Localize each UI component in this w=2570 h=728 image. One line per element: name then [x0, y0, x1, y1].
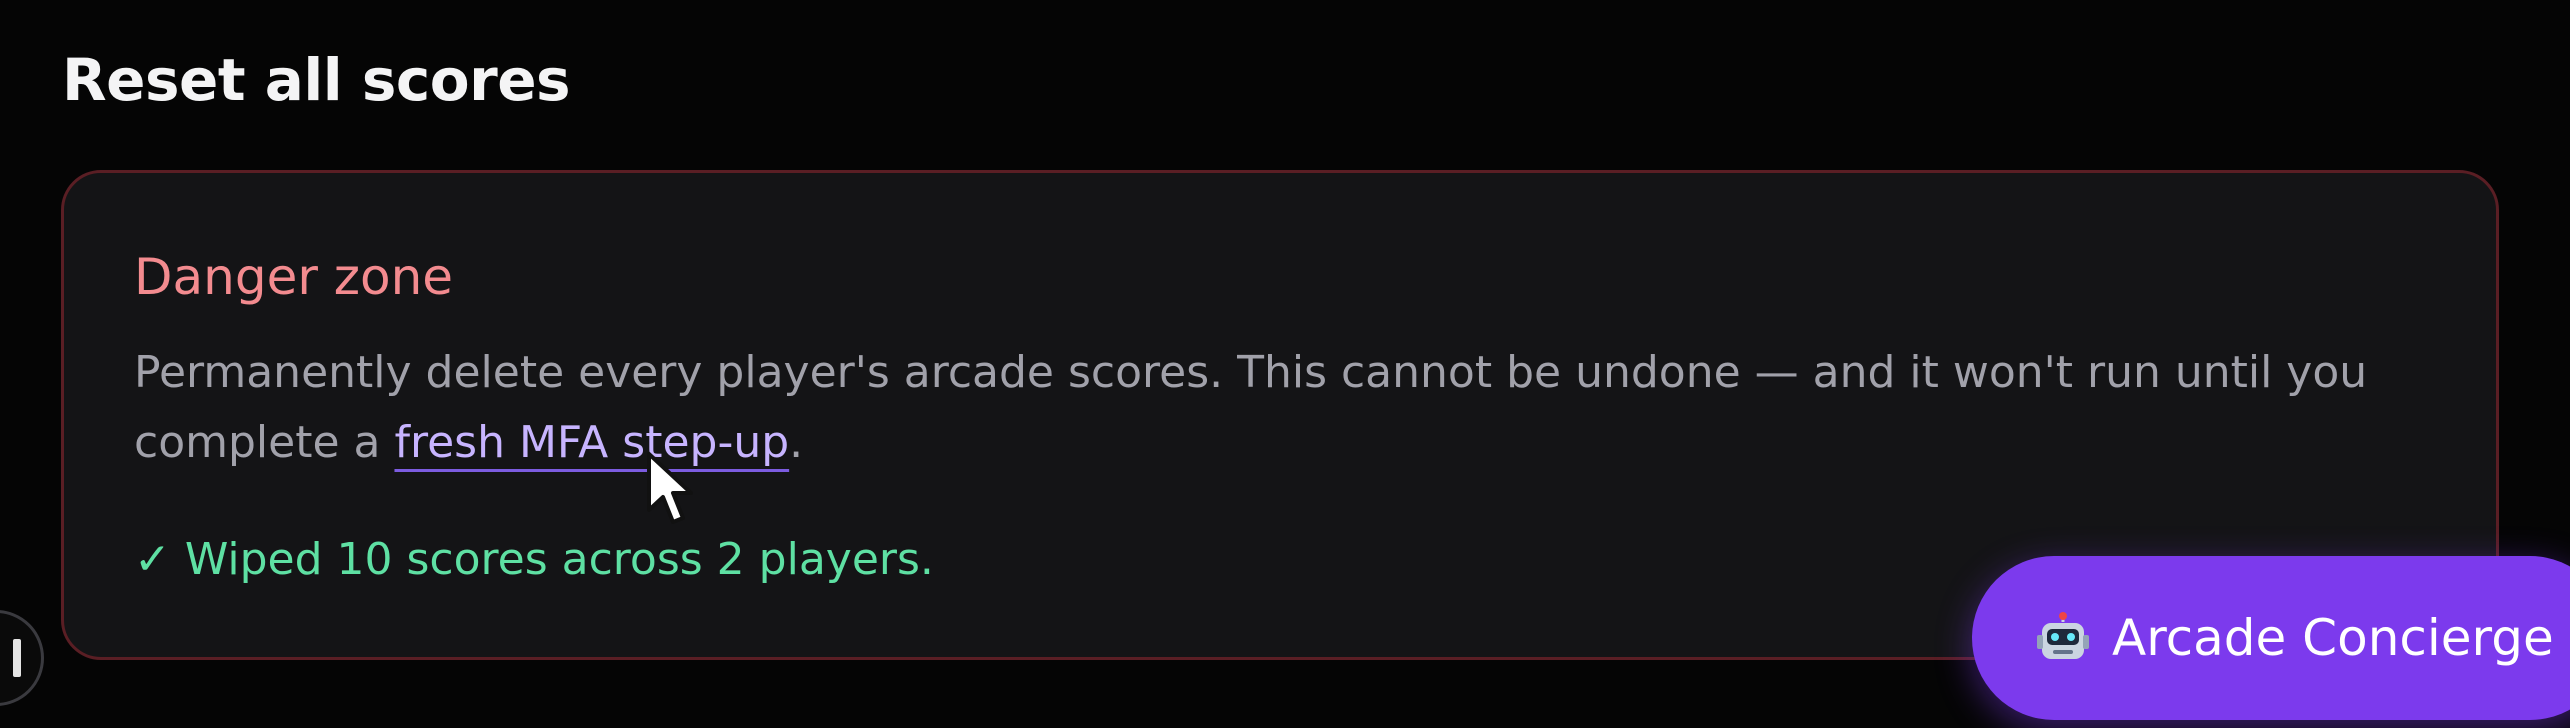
feedback-icon — [13, 639, 21, 677]
danger-zone-description: Permanently delete every player's arcade… — [134, 338, 2374, 478]
feedback-widget-button[interactable] — [0, 610, 44, 706]
page-title: Reset all scores — [62, 46, 571, 114]
success-status-message: ✓ Wiped 10 scores across 2 players. — [134, 534, 934, 585]
settings-page: Reset all scores Danger zone Permanently… — [0, 0, 2570, 728]
mouse-cursor-icon — [647, 452, 693, 524]
danger-zone-heading: Danger zone — [134, 248, 454, 306]
arcade-concierge-button[interactable]: Arcade Concierge — [1972, 556, 2570, 720]
description-end: . — [789, 417, 804, 468]
arcade-concierge-label: Arcade Concierge — [2112, 609, 2554, 667]
mfa-step-up-link[interactable]: fresh MFA step-up — [394, 417, 789, 468]
robot-icon — [2037, 612, 2089, 659]
